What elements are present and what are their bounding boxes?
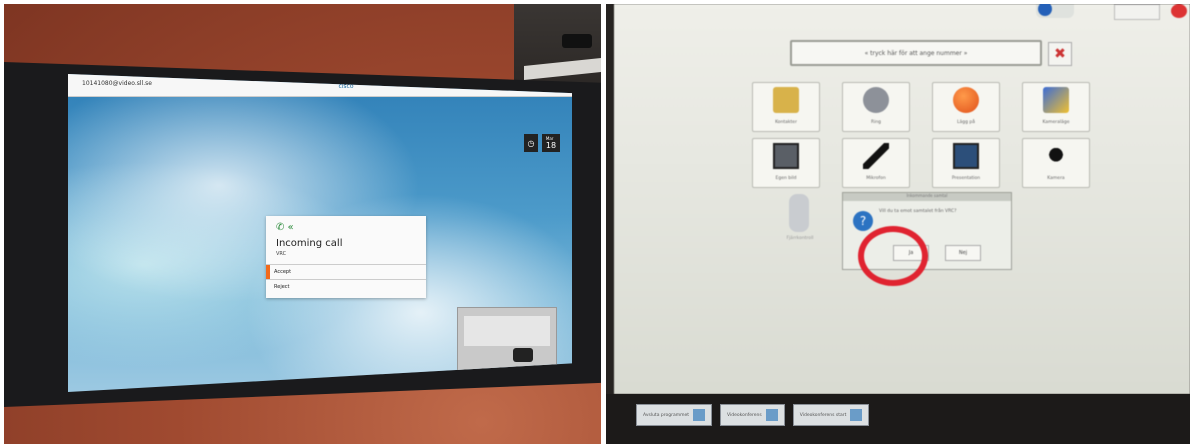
- presentation-icon: [953, 143, 979, 169]
- accept-button[interactable]: Accept: [266, 264, 426, 280]
- reject-label: Reject: [274, 284, 290, 290]
- tv-screen: 10141080@video.sll.se ılıılı cisco ◷ Mar…: [68, 74, 572, 392]
- taskbar-label: Videokonferens start: [799, 412, 847, 418]
- selfview-pip: [457, 307, 557, 371]
- status-widgets: ◷ Mar 18: [524, 134, 560, 152]
- accept-label: Accept: [274, 269, 292, 275]
- caller-name: VRC: [276, 251, 287, 257]
- brand-label: cisco: [338, 83, 354, 90]
- app-icon: [693, 409, 706, 421]
- tile-camera[interactable]: Kamera: [1022, 138, 1090, 188]
- taskbar-item[interactable]: Avsluta programmet: [636, 404, 713, 426]
- tile-label: Egen bild: [775, 176, 797, 181]
- microphone-icon: [863, 143, 889, 169]
- taskbar: Avsluta programmet Videokonferens Videok…: [636, 404, 870, 426]
- selfview-wall: [464, 316, 550, 346]
- remote-icon[interactable]: [789, 194, 809, 232]
- tile-hangup[interactable]: Lägg på: [932, 82, 1000, 132]
- left-photo: 10141080@video.sll.se ılıılı cisco ◷ Mar…: [4, 4, 601, 444]
- no-button[interactable]: Nej: [945, 245, 981, 261]
- help-button[interactable]: [1036, 4, 1074, 18]
- right-photo: « tryck här för att ange nummer » ✖ Kont…: [606, 4, 1190, 444]
- dialog-titlebar: Inkommande samtal: [843, 193, 1011, 201]
- app-icon: [765, 409, 778, 421]
- tile-presentation[interactable]: Presentation: [932, 138, 1000, 188]
- highlight-circle: [858, 226, 928, 286]
- focus-indicator: [266, 265, 270, 279]
- contacts-icon: [773, 87, 799, 113]
- tile-microphone[interactable]: Mikrofon: [842, 138, 910, 188]
- date-widget: Mar 18: [542, 134, 560, 152]
- incoming-call-dialog: ✆ « Incoming call VRC Accept Reject: [266, 216, 426, 298]
- tile-label: Kontakter: [775, 120, 797, 125]
- number-input[interactable]: « tryck här för att ange nummer »: [790, 40, 1042, 66]
- tile-label: Mikrofon: [866, 176, 886, 181]
- help-icon: [1038, 4, 1052, 16]
- taskbar-label: Avsluta programmet: [643, 412, 690, 418]
- selfview-chair: [513, 348, 533, 362]
- tile-label: Kamera: [1047, 176, 1065, 181]
- question-icon: ?: [853, 211, 873, 231]
- camera-icon: [562, 34, 592, 48]
- tile-selfview[interactable]: Egen bild: [752, 138, 820, 188]
- taskbar-label: Videokonferens: [727, 412, 762, 418]
- call-title: Incoming call: [276, 238, 343, 249]
- taskbar-item[interactable]: Videokonferens: [720, 404, 785, 426]
- dialog-message: Vill du ta emot samtalet från VRC?: [879, 209, 957, 214]
- tile-label: Ring: [870, 120, 882, 125]
- taskbar-item[interactable]: Videokonferens start: [792, 404, 870, 426]
- tile-call[interactable]: Ring: [842, 82, 910, 132]
- tile-label: Kameraläge: [1042, 120, 1070, 125]
- selfview-icon: [773, 143, 799, 169]
- date-day: 18: [545, 141, 557, 150]
- tile-label: Presentation: [951, 176, 981, 181]
- monitor-screen: « tryck här för att ange nummer » ✖ Kont…: [614, 4, 1190, 394]
- tile-label: Lägg på: [956, 120, 976, 125]
- app-icon: [850, 409, 863, 421]
- remote-label: Fjärrkontroll: [786, 236, 814, 241]
- hangup-icon: [953, 87, 979, 113]
- call-icon: [863, 87, 889, 113]
- clock-icon: ◷: [524, 134, 538, 152]
- clear-button[interactable]: ✖: [1048, 42, 1072, 66]
- window-button[interactable]: [1114, 4, 1160, 20]
- sip-address: 10141080@video.sll.se: [82, 80, 152, 87]
- tile-contacts[interactable]: Kontakter: [752, 82, 820, 132]
- power-icon[interactable]: [1171, 4, 1187, 18]
- reject-button[interactable]: Reject: [266, 280, 426, 294]
- tile-camera-mode[interactable]: Kameraläge: [1022, 82, 1090, 132]
- camera-icon: [1043, 143, 1069, 169]
- camera-mode-icon: [1043, 87, 1069, 113]
- phone-icon: ✆ «: [276, 222, 294, 233]
